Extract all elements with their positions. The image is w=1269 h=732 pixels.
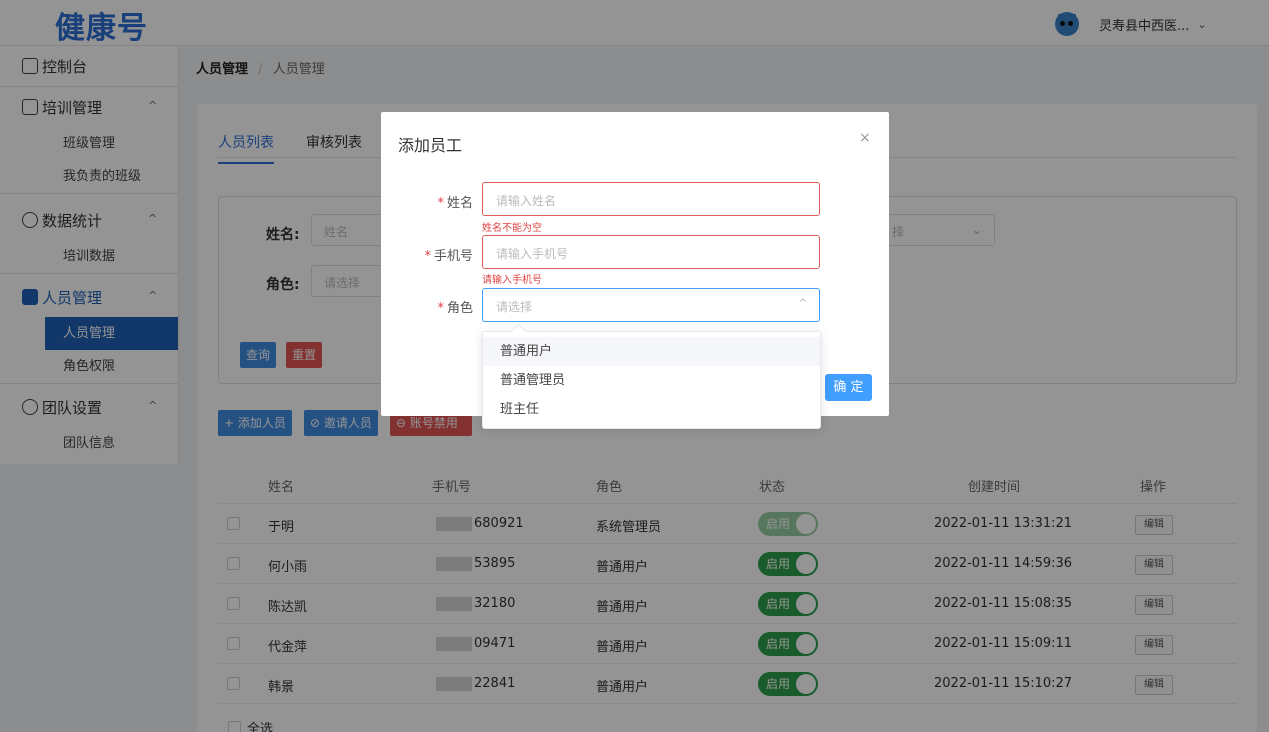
close-icon[interactable]: × bbox=[859, 130, 871, 146]
name-error: 姓名不能为空 bbox=[482, 223, 542, 234]
role-label-text: 角色 bbox=[446, 301, 473, 316]
role-select[interactable]: 请选择 ^ bbox=[482, 288, 820, 322]
phone-field[interactable]: 请输入手机号 bbox=[482, 235, 820, 269]
role-dropdown: 普通用户 普通管理员 班主任 bbox=[482, 331, 821, 429]
chevron-up-icon[interactable]: ^ bbox=[799, 298, 807, 309]
role-option-normal-user[interactable]: 普通用户 bbox=[483, 337, 820, 366]
name-label-text: 姓名 bbox=[446, 196, 473, 211]
confirm-button[interactable]: 确 定 bbox=[825, 374, 872, 401]
role-select-placeholder: 请选择 bbox=[496, 300, 533, 314]
dialog-title: 添加员工 bbox=[398, 136, 463, 155]
phone-label-text: 手机号 bbox=[433, 249, 473, 264]
required-mark: * bbox=[437, 196, 444, 211]
name-field-label: * 姓名 bbox=[413, 192, 473, 211]
role-option-admin[interactable]: 普通管理员 bbox=[483, 366, 820, 395]
required-mark: * bbox=[424, 249, 431, 264]
role-field-label: * 角色 bbox=[413, 297, 473, 316]
role-option-head-teacher[interactable]: 班主任 bbox=[483, 395, 820, 424]
required-mark: * bbox=[437, 301, 444, 316]
phone-error: 请输入手机号 bbox=[482, 275, 542, 286]
phone-field-label: * 手机号 bbox=[413, 245, 473, 264]
name-field[interactable]: 请输入姓名 bbox=[482, 182, 820, 216]
